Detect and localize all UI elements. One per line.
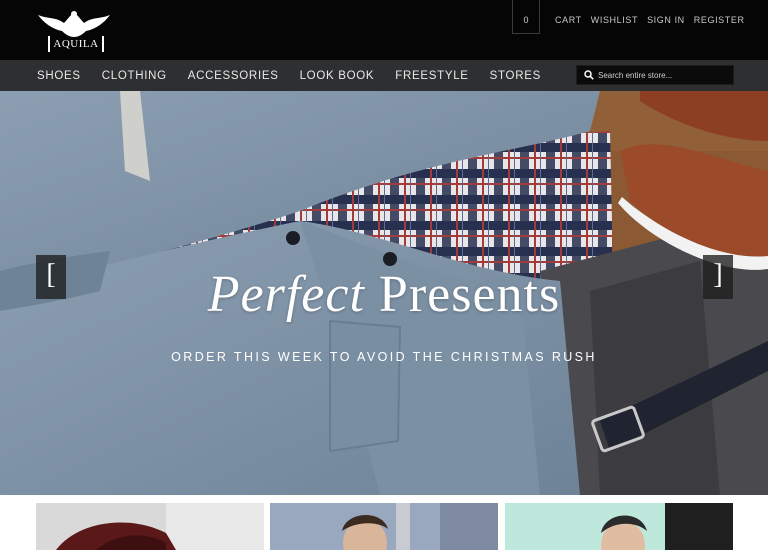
nav-item-look-book[interactable]: LOOK BOOK [300, 70, 375, 82]
nav-item-clothing[interactable]: CLOTHING [102, 70, 167, 82]
search-icon[interactable] [584, 70, 594, 80]
wishlist-link[interactable]: WISHLIST [591, 15, 638, 25]
promo-tile-2[interactable] [270, 503, 498, 550]
main-nav: SHOES CLOTHING ACCESSORIES LOOK BOOK FRE… [37, 60, 562, 91]
sign-in-link[interactable]: SIGN IN [647, 15, 685, 25]
cart-count-box[interactable]: 0 [512, 0, 540, 34]
top-bar: AQUILA 0 CART WISHLIST SIGN IN REGISTER [0, 0, 768, 60]
promo-tile-1[interactable] [36, 503, 264, 550]
hero-banner[interactable]: Perfect Presents ORDER THIS WEEK TO AVOI… [0, 91, 768, 495]
slider-prev-button[interactable]: [ [36, 255, 66, 299]
hero-title-regular: Presents [378, 266, 561, 323]
promo-tile-2-image [270, 503, 498, 550]
cart-link[interactable]: CART [555, 15, 582, 25]
nav-item-stores[interactable]: STORES [490, 70, 541, 82]
hero-title-italic: Perfect [207, 266, 365, 323]
hero-subtitle: ORDER THIS WEEK TO AVOID THE CHRISTMAS R… [171, 350, 597, 364]
register-link[interactable]: REGISTER [694, 15, 745, 25]
promo-tile-3[interactable] [505, 503, 733, 550]
nav-item-freestyle[interactable]: FREESTYLE [395, 70, 468, 82]
slider-next-button[interactable]: ] [703, 255, 733, 299]
nav-item-shoes[interactable]: SHOES [37, 70, 81, 82]
promo-tile-1-image [36, 503, 264, 550]
nav-item-accessories[interactable]: ACCESSORIES [188, 70, 279, 82]
search-box [576, 65, 734, 85]
account-links: CART WISHLIST SIGN IN REGISTER [555, 15, 745, 25]
promo-tiles [0, 495, 768, 550]
hero-title: Perfect Presents [0, 265, 768, 324]
brand-wordmark[interactable]: AQUILA [48, 36, 104, 52]
promo-tile-3-image [505, 503, 733, 550]
search-input[interactable] [598, 68, 730, 82]
